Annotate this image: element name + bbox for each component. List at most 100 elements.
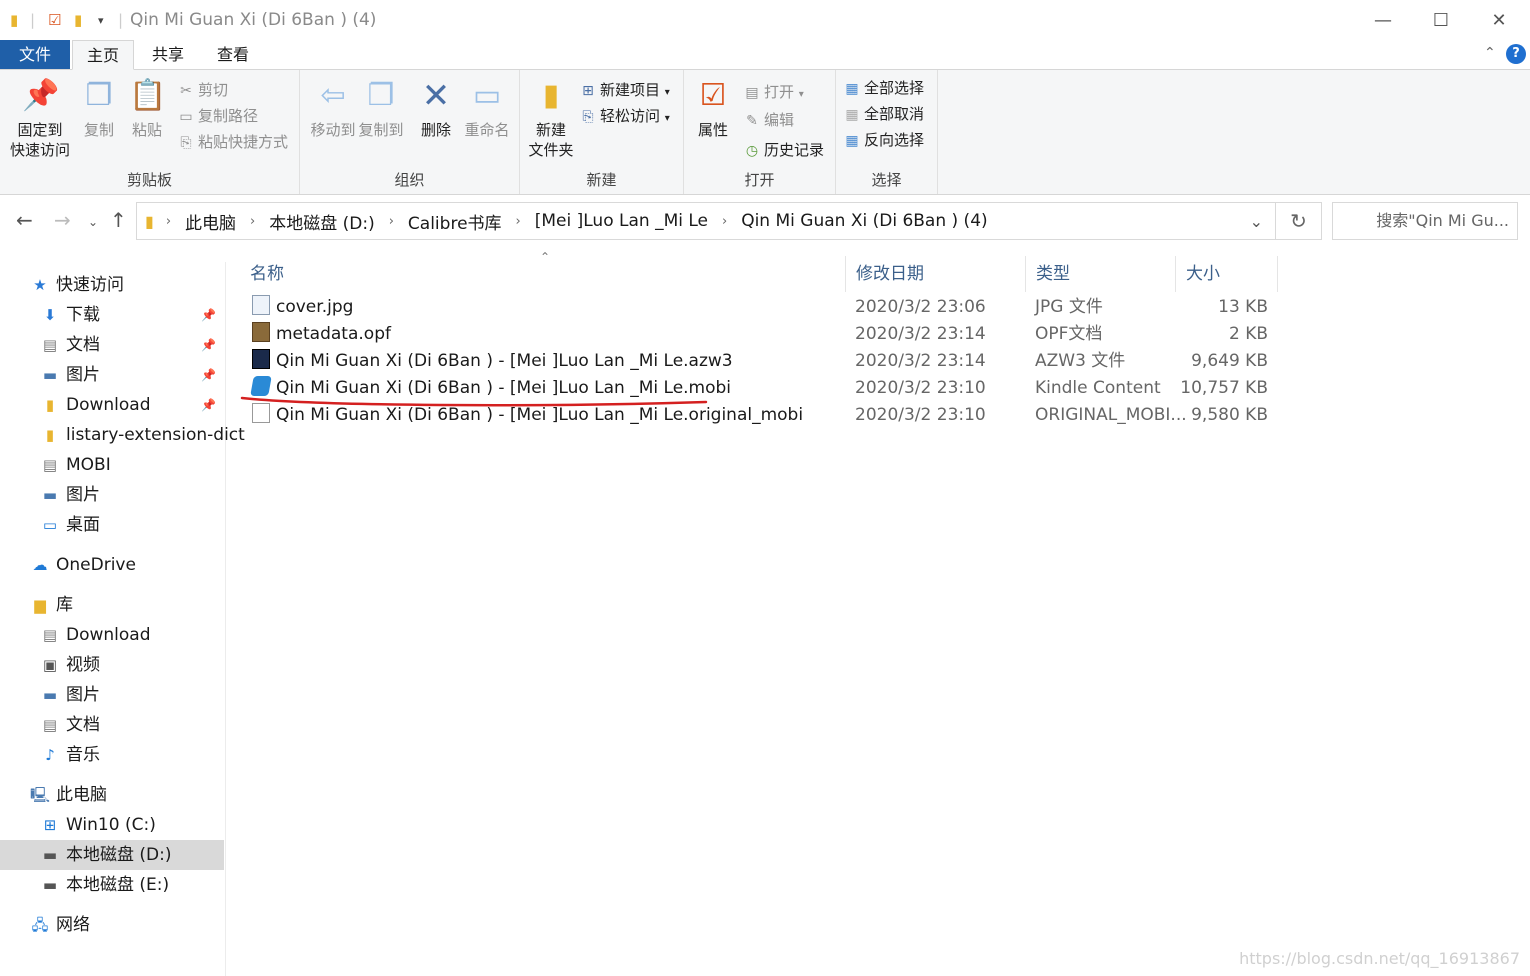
rename-icon: ▭ <box>472 78 502 113</box>
address-bar: ← → ⌄ ↑ ▮ › 此电脑 › 本地磁盘 (D:) › Calibre书库 … <box>0 196 1530 248</box>
open-button[interactable]: ▤ 打开 ▾ <box>742 80 803 104</box>
nav-library[interactable]: ▆ 库 <box>30 590 224 620</box>
nav-pictures-2[interactable]: ▬ 图片 <box>40 480 224 510</box>
address-history-chevron-icon[interactable]: ⌄ <box>1250 212 1275 231</box>
picture-icon: ▬ <box>42 486 58 504</box>
invert-selection-button[interactable]: ▦ 反向选择 <box>842 128 924 152</box>
chevron-right-icon[interactable]: › <box>508 214 529 229</box>
close-button[interactable]: ✕ <box>1476 6 1522 34</box>
nav-download-folder[interactable]: ▮ Download 📌 <box>40 390 224 420</box>
pin-to-quick-access-button[interactable]: 📌 固定到 快速访问 <box>8 76 72 160</box>
properties-button[interactable]: ☑ 属性 <box>682 76 744 140</box>
nav-desktop[interactable]: ▭ 桌面 <box>40 510 224 540</box>
organize-group-label: 组织 <box>394 171 425 189</box>
nav-quick-access[interactable]: ★ 快速访问 <box>30 270 224 300</box>
breadcrumb-item-book[interactable]: Qin Mi Guan Xi (Di 6Ban ) (4) <box>735 211 993 231</box>
breadcrumb-item-drive-d[interactable]: 本地磁盘 (D:) <box>263 209 381 234</box>
file-type: JPG 文件 <box>1035 297 1103 317</box>
file-name: cover.jpg <box>276 297 354 317</box>
new-item-button[interactable]: ⊞ 新建项目 ▾ <box>578 78 670 102</box>
nav-drive-e[interactable]: ▬ 本地磁盘 (E:) <box>40 870 224 900</box>
chevron-down-icon: ▾ <box>664 113 670 124</box>
ribbon-tabs: 文件 主页 共享 查看 ⌃ ? <box>0 40 1530 70</box>
nav-videos[interactable]: ▣ 视频 <box>40 650 224 680</box>
new-folder-button[interactable]: ▮ 新建 文件夹 <box>520 76 582 160</box>
forward-arrow-icon[interactable]: → <box>54 208 71 232</box>
windows-drive-icon: ⊞ <box>43 816 57 834</box>
star-icon: ★ <box>33 276 47 294</box>
back-arrow-icon[interactable]: ← <box>16 208 33 232</box>
copy-path-button[interactable]: ▭ 复制路径 <box>176 104 258 128</box>
paste-shortcut-button[interactable]: ⎘ 粘贴快捷方式 <box>176 130 288 154</box>
recent-locations-chevron-icon[interactable]: ⌄ <box>88 215 98 229</box>
column-header-name[interactable]: 名称 <box>240 256 846 292</box>
edit-button[interactable]: ✎ 编辑 <box>742 108 794 132</box>
customize-quick-access-icon[interactable]: ▾ <box>98 14 104 27</box>
up-arrow-icon[interactable]: ↑ <box>110 208 127 232</box>
collapse-ribbon-icon[interactable]: ⌃ <box>1484 45 1496 61</box>
breadcrumb[interactable]: ▮ › 此电脑 › 本地磁盘 (D:) › Calibre书库 › [Mei ]… <box>136 202 1276 240</box>
nav-drive-d[interactable]: ▬ 本地磁盘 (D:) <box>0 840 224 870</box>
nav-downloads[interactable]: ⬇ 下载 📌 <box>40 300 224 330</box>
select-none-button[interactable]: ▦ 全部取消 <box>842 102 924 126</box>
nav-music[interactable]: ♪ 音乐 <box>40 740 224 770</box>
nav-pictures[interactable]: ▬ 图片 📌 <box>40 360 224 390</box>
refresh-button[interactable]: ↻ <box>1276 202 1322 240</box>
tab-file[interactable]: 文件 <box>0 40 70 70</box>
nav-label: 下载 <box>66 305 100 325</box>
cut-button[interactable]: ✂ 剪切 <box>176 78 228 102</box>
column-header-type[interactable]: 类型 <box>1026 256 1176 292</box>
nav-mobi[interactable]: ▤ MOBI <box>40 450 224 480</box>
tab-home[interactable]: 主页 <box>72 40 134 70</box>
nav-label: 快速访问 <box>56 275 124 295</box>
open-group: ☑ 属性 ▤ 打开 ▾ ✎ 编辑 ◷ 历史记录 打开 <box>684 70 836 194</box>
copy-to-button[interactable]: ❐ 复制到 <box>350 76 412 140</box>
chevron-right-icon[interactable]: › <box>381 214 402 229</box>
nav-drive-c[interactable]: ⊞ Win10 (C:) <box>40 810 224 840</box>
help-icon[interactable]: ? <box>1506 44 1526 64</box>
history-button[interactable]: ◷ 历史记录 <box>742 138 824 162</box>
nav-network[interactable]: 🖧 网络 <box>30 910 224 940</box>
breadcrumb-item-calibre[interactable]: Calibre书库 <box>402 209 508 234</box>
properties-quick-icon[interactable]: ☑ <box>48 11 61 29</box>
picture-icon: ▬ <box>42 366 58 384</box>
opf-file-icon <box>252 322 270 342</box>
chevron-right-icon[interactable]: › <box>158 214 179 229</box>
file-row[interactable]: metadata.opf 2020/3/2 23:14 OPF文档 2 KB <box>240 321 1280 348</box>
paste-button[interactable]: 📋 粘贴 <box>116 76 178 140</box>
chevron-right-icon[interactable]: › <box>242 214 263 229</box>
file-size: 13 KB <box>1218 297 1268 317</box>
nav-label: Download <box>66 625 151 645</box>
nav-onedrive[interactable]: ☁ OneDrive <box>30 550 224 580</box>
minimize-button[interactable]: — <box>1360 6 1406 34</box>
new-folder-quick-icon[interactable]: ▮ <box>74 11 82 29</box>
file-size: 9,580 KB <box>1191 405 1268 425</box>
tab-view[interactable]: 查看 <box>205 40 261 70</box>
nav-documents[interactable]: ▤ 文档 📌 <box>40 330 224 360</box>
tab-share[interactable]: 共享 <box>140 40 196 70</box>
music-icon: ♪ <box>45 746 55 764</box>
document-icon: ▤ <box>42 716 58 734</box>
cloud-icon: ☁ <box>32 556 48 574</box>
search-input[interactable]: 搜索"Qin Mi Gu... <box>1332 202 1518 240</box>
breadcrumb-item-this-pc[interactable]: 此电脑 <box>179 209 242 234</box>
breadcrumb-item-author[interactable]: [Mei ]Luo Lan _Mi Le <box>529 211 714 231</box>
file-list: ⌃ 名称 修改日期 类型 大小 cover.jpg 2020/3/2 23:06… <box>240 250 1530 950</box>
nav-this-pc[interactable]: 🖳 此电脑 <box>30 780 224 810</box>
select-all-button[interactable]: ▦ 全部选择 <box>842 76 924 100</box>
rename-button[interactable]: ▭ 重命名 <box>456 76 518 140</box>
nav-library-pictures[interactable]: ▬ 图片 <box>40 680 224 710</box>
nav-library-download[interactable]: ▤ Download <box>40 620 224 650</box>
column-header-size[interactable]: 大小 <box>1176 256 1278 292</box>
nav-library-documents[interactable]: ▤ 文档 <box>40 710 224 740</box>
column-header-date[interactable]: 修改日期 <box>846 256 1026 292</box>
drive-icon: ▬ <box>42 876 58 894</box>
easy-access-button[interactable]: ⎘ 轻松访问 ▾ <box>578 104 670 128</box>
chevron-right-icon[interactable]: › <box>714 214 735 229</box>
nav-label: 本地磁盘 (D:) <box>66 845 172 865</box>
file-row[interactable]: Qin Mi Guan Xi (Di 6Ban ) - [Mei ]Luo La… <box>240 348 1280 375</box>
navigation-pane: ★ 快速访问 ⬇ 下载 📌 ▤ 文档 📌 ▬ 图片 📌 ▮ Download 📌 ▮ listary… <box>0 262 245 976</box>
file-row[interactable]: cover.jpg 2020/3/2 23:06 JPG 文件 13 KB <box>240 294 1280 321</box>
maximize-button[interactable]: ☐ <box>1418 6 1464 34</box>
nav-listary-folder[interactable]: ▮ listary-extension-dict <box>40 420 245 450</box>
